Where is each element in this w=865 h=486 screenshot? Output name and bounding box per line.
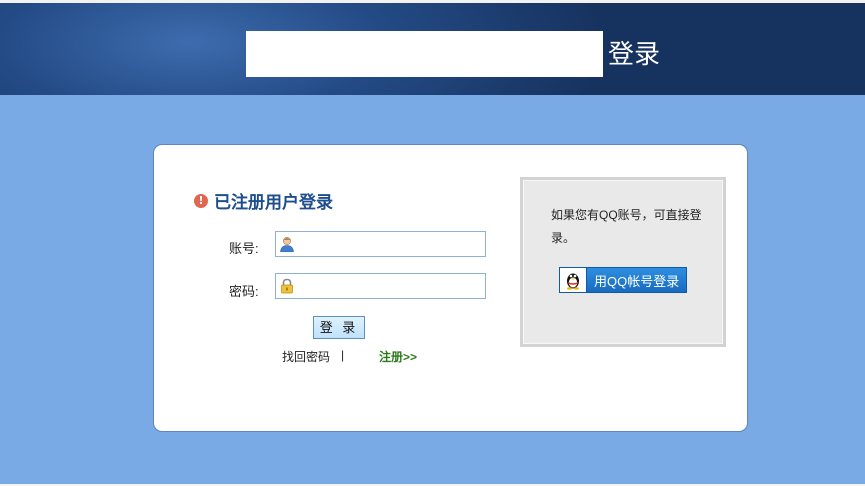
account-input[interactable] — [295, 233, 485, 255]
password-input[interactable] — [295, 275, 485, 297]
header-banner: 登录 — [0, 3, 865, 95]
lock-icon — [281, 278, 293, 294]
user-icon — [280, 237, 294, 252]
qq-login-label: 用QQ帐号登录 — [594, 273, 680, 289]
account-field-box[interactable] — [275, 231, 486, 257]
password-field-box[interactable] — [275, 273, 486, 299]
password-label: 密码: — [229, 284, 259, 299]
alert-circle-icon: ! — [194, 193, 208, 208]
login-button[interactable]: 登 录 — [313, 316, 365, 339]
qq-login-panel — [520, 177, 726, 347]
qq-penguin-icon — [560, 268, 587, 292]
section-title: 已注册用户登录 — [214, 193, 333, 212]
section-heading: ! 已注册用户登录 — [194, 188, 333, 213]
page-title: 登录 — [608, 39, 661, 69]
register-link[interactable]: 注册>> — [379, 348, 417, 365]
site-logo-placeholder — [246, 31, 603, 77]
account-label: 账号: — [229, 241, 259, 256]
qq-login-prompt: 如果您有QQ账号，可直接登录。 — [551, 208, 702, 245]
link-separator: | — [341, 348, 345, 362]
qq-login-button[interactable]: 用QQ帐号登录 — [559, 267, 687, 293]
forgot-password-link[interactable]: 找回密码 — [282, 348, 330, 365]
